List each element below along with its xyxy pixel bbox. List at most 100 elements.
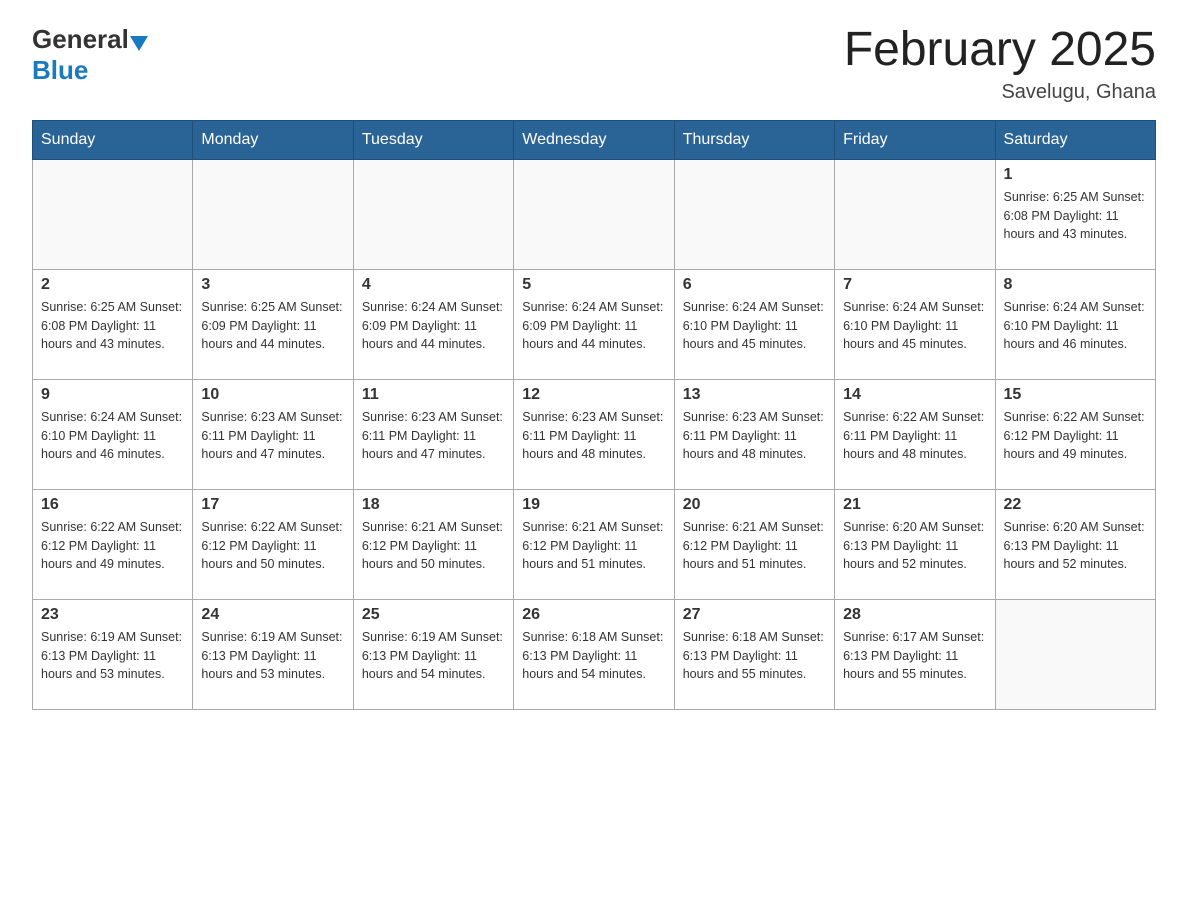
- day-info: Sunrise: 6:25 AM Sunset: 6:08 PM Dayligh…: [1004, 188, 1147, 244]
- title-area: February 2025 Savelugu, Ghana: [844, 24, 1156, 104]
- day-info: Sunrise: 6:25 AM Sunset: 6:08 PM Dayligh…: [41, 298, 184, 354]
- calendar-cell: 18 Sunrise: 6:21 AM Sunset: 6:12 PM Dayli…: [353, 489, 513, 599]
- calendar-cell: 19 Sunrise: 6:21 AM Sunset: 6:12 PM Dayli…: [514, 489, 674, 599]
- calendar-cell: 9Sunrise: 6:24 AM Sunset: 6:10 PM Daylig…: [33, 379, 193, 489]
- day-number: 25: [362, 606, 505, 624]
- calendar-cell: 5 Sunrise: 6:24 AM Sunset: 6:09 PM Daylig…: [514, 269, 674, 379]
- day-number: 6: [683, 276, 826, 294]
- day-number: 24: [201, 606, 344, 624]
- location-text: Savelugu, Ghana: [844, 81, 1156, 104]
- day-info: Sunrise: 6:23 AM Sunset: 6:11 PM Dayligh…: [201, 408, 344, 464]
- calendar-cell: 6 Sunrise: 6:24 AM Sunset: 6:10 PM Daylig…: [674, 269, 834, 379]
- day-info: Sunrise: 6:24 AM Sunset: 6:09 PM Dayligh…: [522, 298, 665, 354]
- day-info: Sunrise: 6:24 AM Sunset: 6:10 PM Dayligh…: [843, 298, 986, 354]
- calendar-cell: [674, 159, 834, 269]
- calendar-cell: 12Sunrise: 6:23 AM Sunset: 6:11 PM Dayli…: [514, 379, 674, 489]
- day-number: 1: [1004, 166, 1147, 184]
- day-info: Sunrise: 6:22 AM Sunset: 6:12 PM Dayligh…: [201, 518, 344, 574]
- day-number: 17: [201, 496, 344, 514]
- day-number: 16: [41, 496, 184, 514]
- weekday-header-saturday: Saturday: [995, 120, 1155, 159]
- calendar-header-row: SundayMondayTuesdayWednesdayThursdayFrid…: [33, 120, 1156, 159]
- day-info: Sunrise: 6:21 AM Sunset: 6:12 PM Dayligh…: [362, 518, 505, 574]
- calendar-cell: 15 Sunrise: 6:22 AM Sunset: 6:12 PM Dayli…: [995, 379, 1155, 489]
- day-number: 11: [362, 386, 505, 404]
- day-number: 14: [843, 386, 986, 404]
- calendar-cell: 3 Sunrise: 6:25 AM Sunset: 6:09 PM Daylig…: [193, 269, 353, 379]
- logo: General Blue: [32, 24, 148, 86]
- day-info: Sunrise: 6:19 AM Sunset: 6:13 PM Dayligh…: [362, 628, 505, 684]
- day-info: Sunrise: 6:22 AM Sunset: 6:11 PM Dayligh…: [843, 408, 986, 464]
- calendar-cell: [33, 159, 193, 269]
- calendar-cell: 28 Sunrise: 6:17 AM Sunset: 6:13 PM Dayli…: [835, 599, 995, 709]
- logo-blue-text: Blue: [32, 55, 88, 85]
- calendar-cell: 20 Sunrise: 6:21 AM Sunset: 6:12 PM Dayli…: [674, 489, 834, 599]
- calendar-cell: 10 Sunrise: 6:23 AM Sunset: 6:11 PM Dayli…: [193, 379, 353, 489]
- calendar-week-row: 1 Sunrise: 6:25 AM Sunset: 6:08 PM Daylig…: [33, 159, 1156, 269]
- day-number: 2: [41, 276, 184, 294]
- calendar-cell: 16Sunrise: 6:22 AM Sunset: 6:12 PM Dayli…: [33, 489, 193, 599]
- weekday-header-friday: Friday: [835, 120, 995, 159]
- day-number: 15: [1004, 386, 1147, 404]
- calendar-cell: [193, 159, 353, 269]
- day-number: 26: [522, 606, 665, 624]
- day-number: 20: [683, 496, 826, 514]
- weekday-header-sunday: Sunday: [33, 120, 193, 159]
- calendar-cell: 4 Sunrise: 6:24 AM Sunset: 6:09 PM Daylig…: [353, 269, 513, 379]
- calendar-cell: [995, 599, 1155, 709]
- day-number: 7: [843, 276, 986, 294]
- day-info: Sunrise: 6:23 AM Sunset: 6:11 PM Dayligh…: [522, 408, 665, 464]
- page-header: General Blue February 2025 Savelugu, Gha…: [32, 24, 1156, 104]
- month-title: February 2025: [844, 24, 1156, 77]
- day-number: 4: [362, 276, 505, 294]
- weekday-header-monday: Monday: [193, 120, 353, 159]
- day-info: Sunrise: 6:25 AM Sunset: 6:09 PM Dayligh…: [201, 298, 344, 354]
- calendar-cell: 17 Sunrise: 6:22 AM Sunset: 6:12 PM Dayli…: [193, 489, 353, 599]
- logo-triangle-icon: [130, 36, 148, 51]
- calendar-cell: 25 Sunrise: 6:19 AM Sunset: 6:13 PM Dayli…: [353, 599, 513, 709]
- day-info: Sunrise: 6:18 AM Sunset: 6:13 PM Dayligh…: [683, 628, 826, 684]
- day-number: 13: [683, 386, 826, 404]
- day-info: Sunrise: 6:20 AM Sunset: 6:13 PM Dayligh…: [843, 518, 986, 574]
- calendar-cell: 1 Sunrise: 6:25 AM Sunset: 6:08 PM Daylig…: [995, 159, 1155, 269]
- calendar-cell: 2 Sunrise: 6:25 AM Sunset: 6:08 PM Daylig…: [33, 269, 193, 379]
- day-info: Sunrise: 6:21 AM Sunset: 6:12 PM Dayligh…: [522, 518, 665, 574]
- day-info: Sunrise: 6:21 AM Sunset: 6:12 PM Dayligh…: [683, 518, 826, 574]
- calendar-cell: 22 Sunrise: 6:20 AM Sunset: 6:13 PM Dayli…: [995, 489, 1155, 599]
- calendar-cell: [514, 159, 674, 269]
- day-number: 22: [1004, 496, 1147, 514]
- day-number: 21: [843, 496, 986, 514]
- calendar-week-row: 2 Sunrise: 6:25 AM Sunset: 6:08 PM Daylig…: [33, 269, 1156, 379]
- weekday-header-wednesday: Wednesday: [514, 120, 674, 159]
- day-number: 3: [201, 276, 344, 294]
- logo-general-text: General: [32, 24, 129, 55]
- day-number: 10: [201, 386, 344, 404]
- day-number: 8: [1004, 276, 1147, 294]
- day-info: Sunrise: 6:18 AM Sunset: 6:13 PM Dayligh…: [522, 628, 665, 684]
- calendar-cell: 26 Sunrise: 6:18 AM Sunset: 6:13 PM Dayli…: [514, 599, 674, 709]
- day-info: Sunrise: 6:17 AM Sunset: 6:13 PM Dayligh…: [843, 628, 986, 684]
- weekday-header-thursday: Thursday: [674, 120, 834, 159]
- calendar-table: SundayMondayTuesdayWednesdayThursdayFrid…: [32, 120, 1156, 710]
- day-info: Sunrise: 6:24 AM Sunset: 6:10 PM Dayligh…: [41, 408, 184, 464]
- calendar-cell: [353, 159, 513, 269]
- day-info: Sunrise: 6:24 AM Sunset: 6:10 PM Dayligh…: [683, 298, 826, 354]
- day-info: Sunrise: 6:24 AM Sunset: 6:09 PM Dayligh…: [362, 298, 505, 354]
- day-info: Sunrise: 6:24 AM Sunset: 6:10 PM Dayligh…: [1004, 298, 1147, 354]
- day-number: 5: [522, 276, 665, 294]
- day-number: 18: [362, 496, 505, 514]
- calendar-cell: [835, 159, 995, 269]
- calendar-cell: 14 Sunrise: 6:22 AM Sunset: 6:11 PM Dayli…: [835, 379, 995, 489]
- calendar-cell: 13Sunrise: 6:23 AM Sunset: 6:11 PM Dayli…: [674, 379, 834, 489]
- calendar-week-row: 16 Sunrise: 6:22 AM Sunset: 6:12 PM Dayli…: [33, 489, 1156, 599]
- day-number: 27: [683, 606, 826, 624]
- day-number: 23: [41, 606, 184, 624]
- day-info: Sunrise: 6:22 AM Sunset: 6:12 PM Dayligh…: [1004, 408, 1147, 464]
- day-number: 19: [522, 496, 665, 514]
- calendar-cell: 7 Sunrise: 6:24 AM Sunset: 6:10 PM Daylig…: [835, 269, 995, 379]
- calendar-cell: 8 Sunrise: 6:24 AM Sunset: 6:10 PM Daylig…: [995, 269, 1155, 379]
- calendar-cell: 23Sunrise: 6:19 AM Sunset: 6:13 PM Dayli…: [33, 599, 193, 709]
- calendar-week-row: 23 Sunrise: 6:19 AM Sunset: 6:13 PM Dayli…: [33, 599, 1156, 709]
- day-info: Sunrise: 6:20 AM Sunset: 6:13 PM Dayligh…: [1004, 518, 1147, 574]
- day-number: 28: [843, 606, 986, 624]
